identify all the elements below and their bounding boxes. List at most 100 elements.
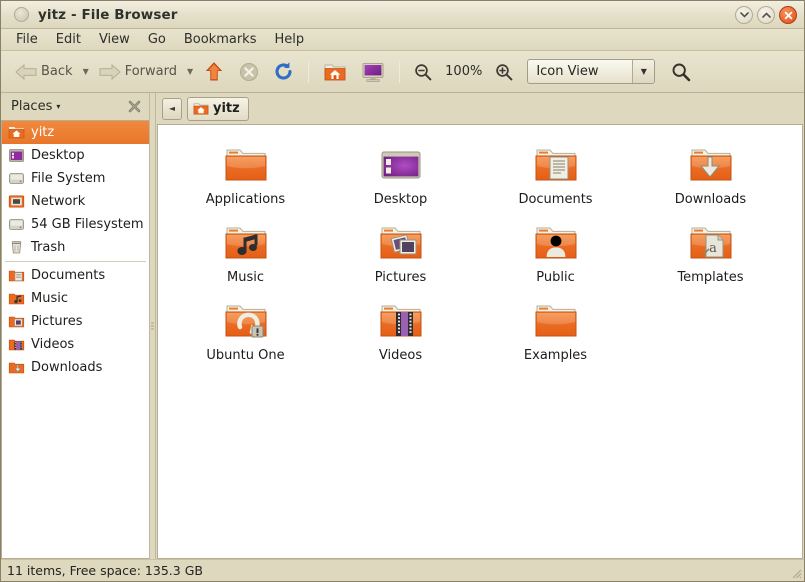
menu-file[interactable]: File [7,30,47,49]
sidebar-item-label: Pictures [31,314,83,329]
minimize-button[interactable] [735,6,753,24]
back-dropdown-icon[interactable]: ▼ [81,67,91,76]
breadcrumb-item-yitz[interactable]: yitz [187,96,249,121]
search-button[interactable] [667,57,695,87]
back-label: Back [41,64,73,79]
sidebar-item-label: yitz [31,125,55,140]
menu-go[interactable]: Go [139,30,175,49]
sidebar-item-music[interactable]: Music [2,287,149,310]
sidebar-item-desktop[interactable]: Desktop [2,144,149,167]
file-item-ubuntu-one[interactable]: Ubuntu One [168,295,323,373]
sidebar-item-54-gb-filesystem[interactable]: 54 GB Filesystem [2,213,149,236]
toolbar-separator-2 [399,60,401,83]
up-button[interactable] [197,57,231,87]
sidebar-item-label: Desktop [31,148,85,163]
view-mode-value: Icon View [536,64,599,79]
titlebar: yitz - File Browser [1,1,804,29]
places-list: yitz Desktop File System Network 54 GB F… [1,120,149,559]
file-item-templates[interactable]: a Templates [633,217,788,295]
harddisk-icon [8,216,25,233]
file-item-label: Desktop [373,192,428,207]
maximize-button[interactable] [757,6,775,24]
file-item-label: Documents [518,192,593,207]
file-item-videos[interactable]: Videos [323,295,478,373]
svg-text:a: a [709,241,717,256]
resize-grip[interactable] [789,566,802,579]
sidebar-item-downloads[interactable]: Downloads [2,356,149,379]
file-item-downloads[interactable]: Downloads [633,139,788,217]
pictures-folder-icon [8,313,25,330]
back-button[interactable]: Back [9,57,79,87]
file-item-applications[interactable]: Applications [168,139,323,217]
sidebar-item-videos[interactable]: Videos [2,333,149,356]
folder-plain-icon [532,297,580,345]
sidebar-separator [5,261,146,262]
file-item-label: Templates [677,270,744,285]
file-item-pictures[interactable]: Pictures [323,217,478,295]
file-icon-view: Applications Desktop Documents Downloads… [157,124,803,559]
file-item-label: Public [536,270,575,285]
folder-templates-icon: a [687,219,735,267]
close-button[interactable] [779,6,797,24]
file-browser-window: yitz - File Browser File Edit View Go Bo… [0,0,805,582]
sidebar-item-label: Videos [31,337,75,352]
places-sidebar: Places ▾ yitz Desktop File System Networ… [1,93,149,559]
forward-dropdown-icon[interactable]: ▼ [185,67,195,76]
reload-button[interactable] [267,57,300,87]
breadcrumb-scroll-left-button[interactable]: ◄ [162,97,182,120]
home-folder-icon [193,101,209,117]
harddisk-icon [8,170,25,187]
zoom-out-button[interactable] [408,57,438,87]
file-item-public[interactable]: Public [478,217,633,295]
file-item-label: Videos [378,348,423,363]
folder-music-icon [222,219,270,267]
breadcrumb: ◄ yitz [156,93,804,124]
folder-ubuntuone-icon [222,297,270,345]
window-body: Places ▾ yitz Desktop File System Networ… [1,93,804,559]
file-item-label: Ubuntu One [206,348,285,363]
documents-folder-icon [8,267,25,284]
menu-view[interactable]: View [90,30,139,49]
window-controls [735,6,797,24]
view-mode-select[interactable]: Icon View ▼ [527,59,656,84]
sidebar-item-file-system[interactable]: File System [2,167,149,190]
sidebar-item-pictures[interactable]: Pictures [2,310,149,333]
places-title-label: Places [11,99,53,114]
home-folder-icon [323,61,347,83]
window-title: yitz - File Browser [38,6,178,23]
places-dropdown[interactable]: Places ▾ [11,99,60,114]
sidebar-item-label: Downloads [31,360,103,375]
chevron-down-icon[interactable]: ▼ [632,60,655,83]
sidebar-item-label: Documents [31,268,106,283]
places-header: Places ▾ [1,93,149,120]
up-arrow-icon [203,61,225,83]
folder-plain-icon [222,141,270,189]
menu-bookmarks[interactable]: Bookmarks [175,30,266,49]
sidebar-item-trash[interactable]: Trash [2,236,149,259]
desktop-window-icon [377,141,425,189]
menu-help[interactable]: Help [265,30,313,49]
zoom-in-button[interactable] [489,57,519,87]
forward-arrow-icon [99,63,121,81]
home-button[interactable] [317,57,353,87]
file-item-label: Pictures [374,270,427,285]
sidebar-item-label: Network [31,194,86,209]
sidebar-item-yitz[interactable]: yitz [2,121,149,144]
file-item-label: Applications [205,192,286,207]
file-item-examples[interactable]: Examples [478,295,633,373]
sidebar-item-documents[interactable]: Documents [2,264,149,287]
computer-button[interactable] [355,57,391,87]
file-item-documents[interactable]: Documents [478,139,633,217]
close-sidebar-icon[interactable] [126,98,143,115]
pane-splitter[interactable] [149,93,156,559]
file-item-music[interactable]: Music [168,217,323,295]
network-icon [8,193,25,210]
chevron-down-icon: ▾ [56,102,61,111]
window-menu-icon[interactable] [14,7,29,22]
sidebar-item-network[interactable]: Network [2,190,149,213]
menu-edit[interactable]: Edit [47,30,90,49]
home-folder-icon [8,124,25,141]
file-item-desktop[interactable]: Desktop [323,139,478,217]
stop-button[interactable] [233,57,265,87]
forward-button[interactable]: Forward [93,57,183,87]
